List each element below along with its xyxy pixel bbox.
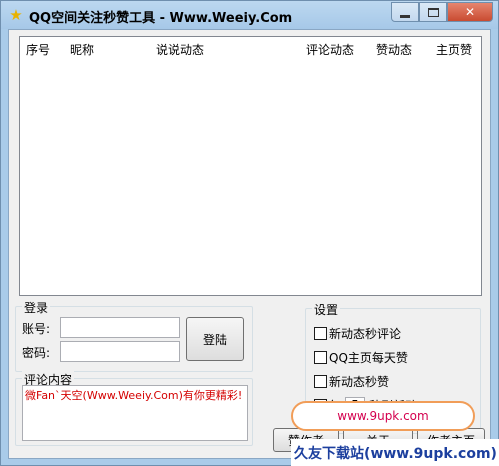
comment-group: 评论内容 微Fan`天空(Www.Weeiy.Com)有你更精彩!: [15, 371, 253, 446]
comment-textarea[interactable]: 微Fan`天空(Www.Weeiy.Com)有你更精彩!: [22, 385, 248, 441]
option-label: 新动态秒赞: [329, 375, 390, 389]
maximize-icon: [427, 7, 439, 17]
account-field[interactable]: [60, 317, 180, 338]
column-header-comment[interactable]: 评论动态: [306, 41, 354, 58]
watermark-url-bubble: www.9upk.com: [291, 401, 475, 431]
checkbox[interactable]: [314, 327, 327, 340]
maximize-button[interactable]: [419, 2, 447, 22]
login-group-title: 登录: [22, 299, 51, 316]
password-field[interactable]: [60, 341, 180, 362]
close-button[interactable]: ✕: [447, 2, 493, 22]
minimize-icon: [400, 14, 410, 18]
settings-group-title: 设置: [312, 301, 341, 318]
title-bar[interactable]: ★ QQ空间关注秒赞工具 - Www.Weeiy.Com ✕: [1, 1, 498, 29]
option-label: QQ主页每天赞: [329, 351, 408, 365]
client-area: 序号 昵称 说说动态 评论动态 赞动态 主页赞 登录 账号: 密码: 登陆 评论…: [8, 29, 491, 459]
dynamics-list[interactable]: 序号 昵称 说说动态 评论动态 赞动态 主页赞: [19, 36, 482, 296]
minimize-button[interactable]: [391, 2, 419, 22]
column-header-index[interactable]: 序号: [26, 41, 50, 58]
column-header-like[interactable]: 赞动态: [376, 41, 412, 58]
watermark-banner: 久友下载站(www.9upk.com): [291, 439, 499, 466]
column-header-nickname[interactable]: 昵称: [70, 41, 94, 58]
option-label: 新动态秒评论: [329, 327, 402, 341]
checkbox[interactable]: [314, 375, 327, 388]
window-title: QQ空间关注秒赞工具 - Www.Weeiy.Com: [29, 11, 293, 26]
close-icon: ✕: [464, 5, 476, 19]
password-label: 密码:: [22, 346, 51, 360]
option-auto-comment[interactable]: 新动态秒评论: [314, 325, 401, 342]
option-daily-homepage-like[interactable]: QQ主页每天赞: [314, 349, 408, 366]
login-group: 登录 账号: 密码: 登陆: [15, 299, 253, 372]
column-header-status[interactable]: 说说动态: [156, 41, 204, 58]
column-header-homepage-like[interactable]: 主页赞: [436, 41, 472, 58]
checkbox[interactable]: [314, 351, 327, 364]
app-window: ★ QQ空间关注秒赞工具 - Www.Weeiy.Com ✕ 序号 昵称 说说动…: [0, 0, 499, 466]
star-icon: ★: [9, 6, 23, 24]
login-button[interactable]: 登陆: [186, 317, 244, 361]
account-label: 账号:: [22, 322, 51, 336]
option-auto-like[interactable]: 新动态秒赞: [314, 373, 389, 390]
list-header: 序号 昵称 说说动态 评论动态 赞动态 主页赞: [20, 37, 481, 59]
